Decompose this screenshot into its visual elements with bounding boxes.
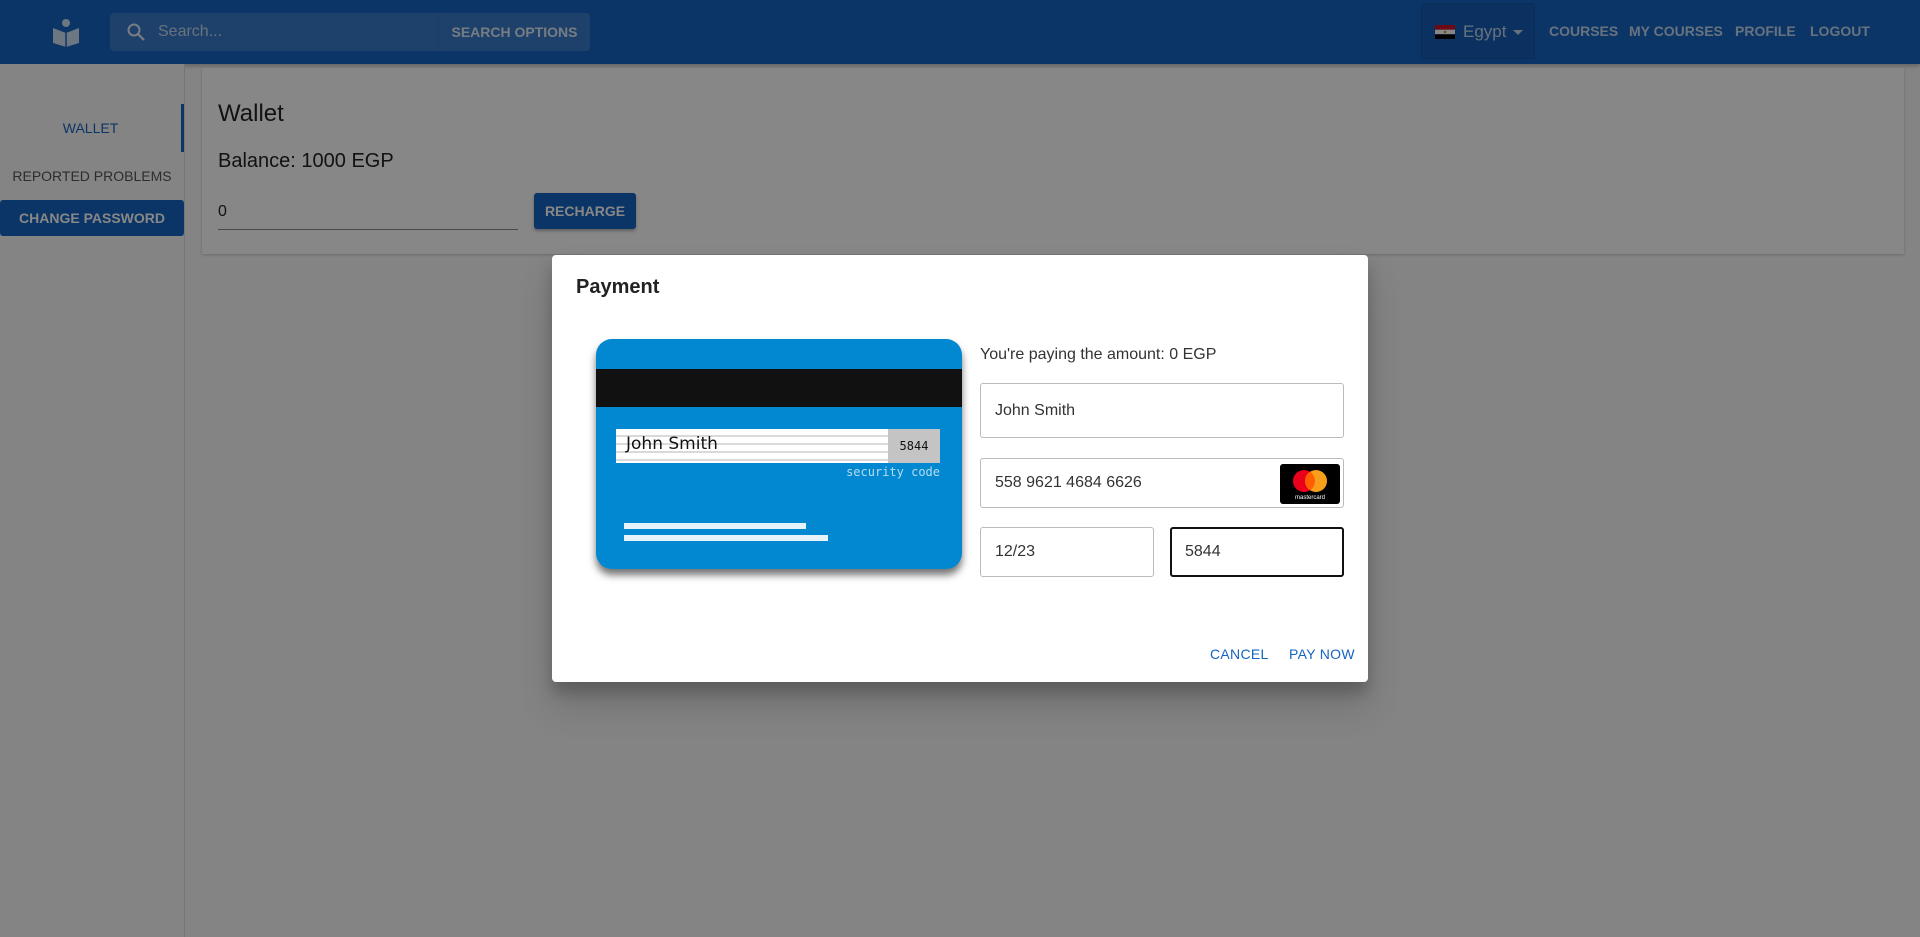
expiry-input[interactable] xyxy=(995,528,1135,576)
cvc-field xyxy=(1170,527,1344,577)
card-number-field: mastercard xyxy=(980,458,1344,508)
signature-panel: John Smith 5844 xyxy=(616,429,940,463)
expiry-field xyxy=(980,527,1154,577)
mastercard-text: mastercard xyxy=(1295,495,1325,501)
security-code-label: security code xyxy=(846,465,940,479)
card-line xyxy=(624,523,806,529)
cancel-button[interactable]: Cancel xyxy=(1210,646,1269,662)
card-name-input[interactable] xyxy=(995,384,1325,437)
payment-dialog: Payment John Smith 5844 security code Yo… xyxy=(552,255,1368,682)
paying-amount-text: You're paying the amount: 0 EGP xyxy=(980,346,1217,363)
mastercard-icon: mastercard xyxy=(1280,464,1340,504)
card-number-input[interactable] xyxy=(995,459,1265,507)
cvc-input[interactable] xyxy=(1185,529,1325,575)
credit-card-preview: John Smith 5844 security code xyxy=(596,339,962,569)
card-holder-name: John Smith xyxy=(626,434,718,454)
magnetic-stripe xyxy=(596,369,962,407)
pay-now-button[interactable]: Pay Now xyxy=(1289,646,1355,662)
dialog-title: Payment xyxy=(576,276,660,298)
card-cvc: 5844 xyxy=(888,429,940,463)
name-field xyxy=(980,383,1344,438)
card-line xyxy=(624,535,828,541)
